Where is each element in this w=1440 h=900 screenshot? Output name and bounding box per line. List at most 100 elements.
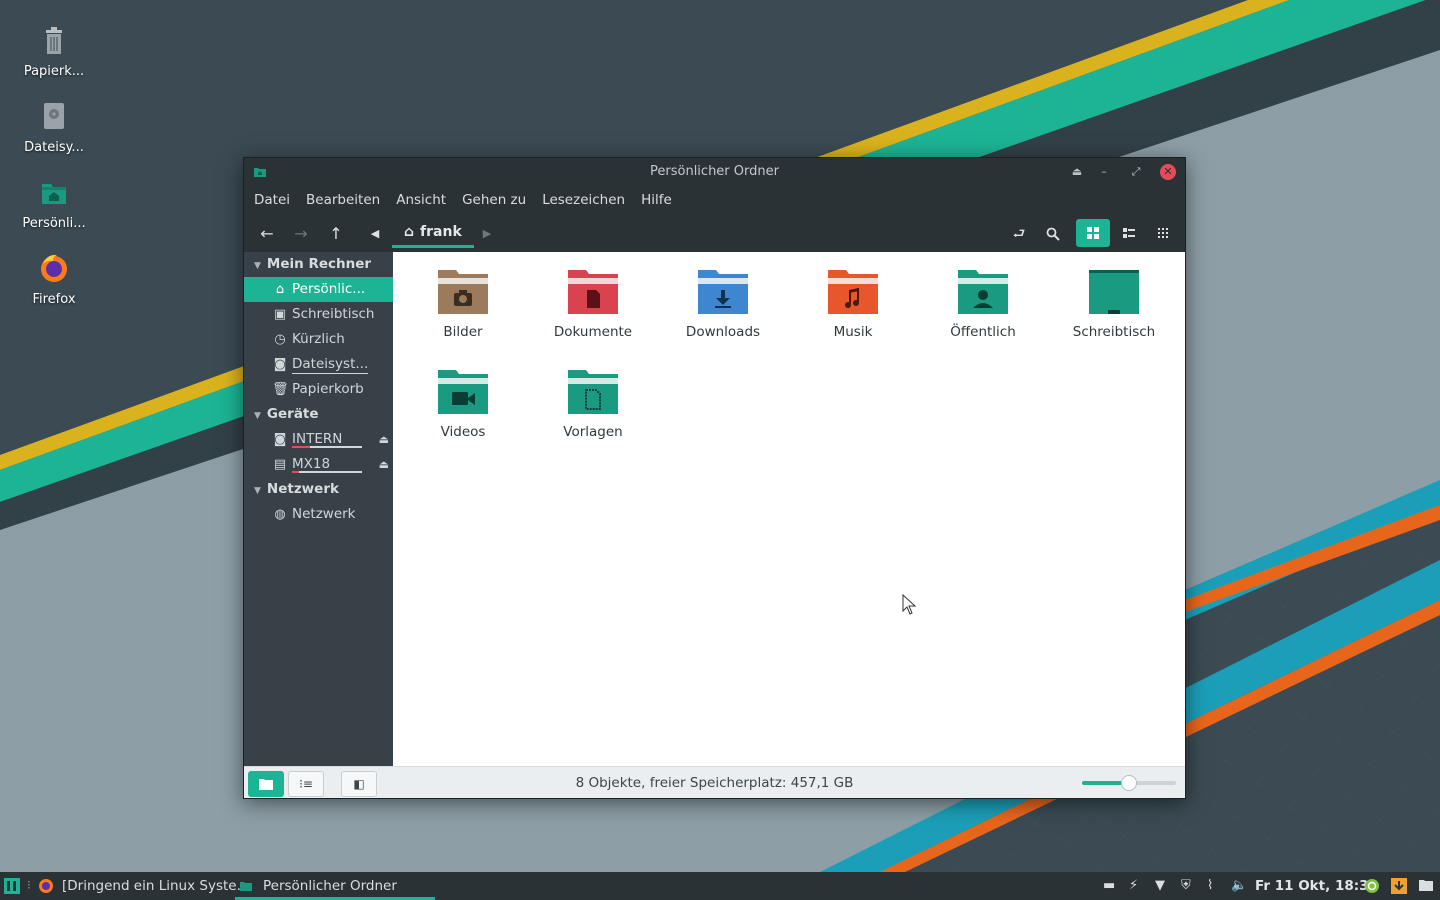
clock[interactable]: Fr 11 Okt, 18:32 — [1255, 878, 1378, 894]
forward-arrow-icon[interactable]: → — [289, 222, 313, 246]
disk-usage-bar — [292, 446, 362, 448]
collapse-triangle-icon: ▼ — [254, 411, 261, 421]
collapse-triangle-icon: ▼ — [254, 486, 261, 496]
taskbar-item-file-manager[interactable]: Persönlicher Ordner — [235, 872, 435, 900]
desktop-icon-label: Firefox — [32, 292, 76, 307]
menu-hilfe[interactable]: Hilfe — [641, 192, 672, 208]
taskbar: ⁝ [Dringend ein Linux Syste... Persönlic… — [0, 872, 1440, 900]
sidebar-item-desktop[interactable]: ▣ Schreibtisch — [244, 302, 393, 327]
minimize-button[interactable]: – — [1096, 164, 1112, 180]
menu-bearbeiten[interactable]: Bearbeiten — [306, 192, 380, 208]
zoom-slider-handle[interactable] — [1121, 775, 1137, 791]
folder-item-bilder[interactable]: Bilder — [403, 268, 523, 340]
music-folder-icon — [828, 270, 878, 314]
folder-label: Downloads — [685, 324, 761, 340]
sidebar-item-mx18[interactable]: ▤ MX18 ⏏ — [244, 452, 393, 477]
update-status-icon[interactable] — [1365, 879, 1379, 893]
sidebar-item-trash[interactable]: 🗑 Papierkorb — [244, 377, 393, 402]
sidebar-item-home[interactable]: ⌂ Persönlic... — [244, 277, 393, 302]
desktop-icon-firefox[interactable]: Firefox — [14, 250, 94, 307]
firefox-icon[interactable] — [38, 878, 54, 894]
toolbar: ← → ↑ ◀ ⌂ frank ▶ ⮐ — [244, 214, 1185, 252]
icon-view-button[interactable] — [1076, 219, 1110, 247]
folder-icon[interactable] — [1419, 879, 1433, 891]
statusbar: ⁝≡ ◧ 8 Objekte, freier Speicherplatz: 45… — [244, 766, 1185, 798]
maximize-button[interactable]: ⤢ — [1128, 164, 1144, 180]
separator-handle-icon: ⁝ — [27, 878, 31, 892]
drive-icon: ◙ — [273, 432, 287, 447]
display-icon[interactable]: ▬ — [1103, 878, 1115, 893]
mouse-cursor-icon — [902, 594, 917, 615]
sidebar-item-filesystem[interactable]: ◙ Dateisyst... — [244, 352, 393, 377]
menu-datei[interactable]: Datei — [254, 192, 290, 208]
compact-view-button[interactable] — [1146, 219, 1180, 247]
taskbar-item-firefox[interactable]: [Dringend ein Linux Syste... — [62, 872, 249, 900]
eject-icon[interactable]: ⏏ — [379, 452, 389, 477]
folder-item-dokumente[interactable]: Dokumente — [533, 268, 653, 340]
desktop-icon-label: Persönli... — [22, 216, 86, 231]
sidebar-section-mein-rechner[interactable]: ▼ Mein Rechner — [244, 252, 393, 277]
toggle-location-icon[interactable]: ⮐ — [1007, 222, 1031, 246]
status-text: 8 Objekte, freier Speicherplatz: 457,1 G… — [575, 775, 854, 791]
menu-gehen-zu[interactable]: Gehen zu — [462, 192, 526, 208]
sidebar: ▼ Mein Rechner ⌂ Persönlic... ▣ Schreibtisc… — [244, 252, 393, 766]
menu-lesezeichen[interactable]: Lesezeichen — [542, 192, 625, 208]
volume-icon[interactable]: 🔈 — [1231, 878, 1247, 893]
folder-item-oeffentlich[interactable]: Öffentlich — [923, 268, 1043, 340]
home-icon: ⌂ — [275, 282, 285, 297]
shield-icon[interactable]: ⛨ — [1181, 878, 1191, 893]
breadcrumb-left-icon[interactable]: ◀ — [363, 222, 387, 246]
folder-label: Vorlagen — [563, 424, 623, 440]
start-menu-icon[interactable] — [4, 878, 20, 894]
collapse-triangle-icon: ▼ — [254, 261, 261, 271]
desktop-icon-home[interactable]: Persönli... — [14, 174, 94, 231]
folder-item-vorlagen[interactable]: Vorlagen — [533, 368, 653, 440]
folder-item-musik[interactable]: Musik — [793, 268, 913, 340]
window-titlebar[interactable]: Persönlicher Ordner ⏏ – ⤢ ✕ — [244, 158, 1185, 186]
templates-folder-icon — [568, 370, 618, 414]
network-icon: ◍ — [274, 507, 286, 522]
zoom-slider[interactable] — [1082, 775, 1176, 791]
up-arrow-icon[interactable]: ↑ — [324, 222, 348, 246]
firefox-icon — [41, 254, 67, 282]
folder-item-videos[interactable]: Videos — [403, 368, 523, 440]
eject-icon[interactable]: ⏏ — [1069, 164, 1085, 180]
folder-label: Öffentlich — [950, 324, 1016, 340]
drive-icon: ◙ — [273, 357, 287, 372]
menu-ansicht[interactable]: Ansicht — [396, 192, 446, 208]
folder-item-downloads[interactable]: Downloads — [663, 268, 783, 340]
clip-icon[interactable]: ⌇ — [1207, 878, 1213, 893]
power-icon[interactable]: ⚡ — [1129, 878, 1138, 893]
desktop-icon-label: Dateisy... — [24, 140, 84, 155]
sidebar-section-geraete[interactable]: ▼ Geräte — [244, 402, 393, 427]
window-title: Persönlicher Ordner — [650, 164, 779, 179]
home-folder-icon — [42, 184, 66, 204]
sidebar-item-intern[interactable]: ◙ INTERN ⏏ — [244, 427, 393, 452]
wifi-icon[interactable]: ▼ — [1155, 878, 1165, 893]
home-icon: ⌂ — [404, 223, 415, 240]
breadcrumb[interactable]: ⌂ frank — [392, 218, 474, 248]
public-folder-icon — [958, 270, 1008, 314]
file-view[interactable]: Bilder Dokumente Downloads Musik Öffentl… — [393, 252, 1185, 766]
clock-icon: ◷ — [274, 332, 286, 347]
folder-item-schreibtisch[interactable]: Schreibtisch — [1054, 268, 1174, 340]
list-view-button[interactable] — [1112, 219, 1146, 247]
sidebar-item-network[interactable]: ◍ Netzwerk — [244, 502, 393, 527]
videos-folder-icon — [438, 370, 488, 414]
breadcrumb-label: frank — [420, 223, 462, 240]
desktop-icon-trash[interactable]: Papierk... — [14, 22, 94, 79]
sidebar-item-recent[interactable]: ◷ Kürzlich — [244, 327, 393, 352]
folder-label: Videos — [440, 424, 486, 440]
desktop-folder-icon — [1089, 270, 1139, 314]
close-button[interactable]: ✕ — [1160, 164, 1176, 180]
sidebar-section-netzwerk[interactable]: ▼ Netzwerk — [244, 477, 393, 502]
desktop-icon-filesystem[interactable]: Dateisy... — [14, 98, 94, 155]
eject-icon[interactable]: ⏏ — [379, 427, 389, 452]
folder-label: Schreibtisch — [1072, 324, 1156, 340]
download-icon[interactable] — [1391, 878, 1407, 894]
search-icon[interactable] — [1041, 222, 1065, 246]
disk-usage-bar — [292, 471, 362, 473]
back-arrow-icon[interactable]: ← — [255, 222, 279, 246]
trash-icon — [46, 27, 62, 54]
breadcrumb-right-icon[interactable]: ▶ — [475, 222, 499, 246]
